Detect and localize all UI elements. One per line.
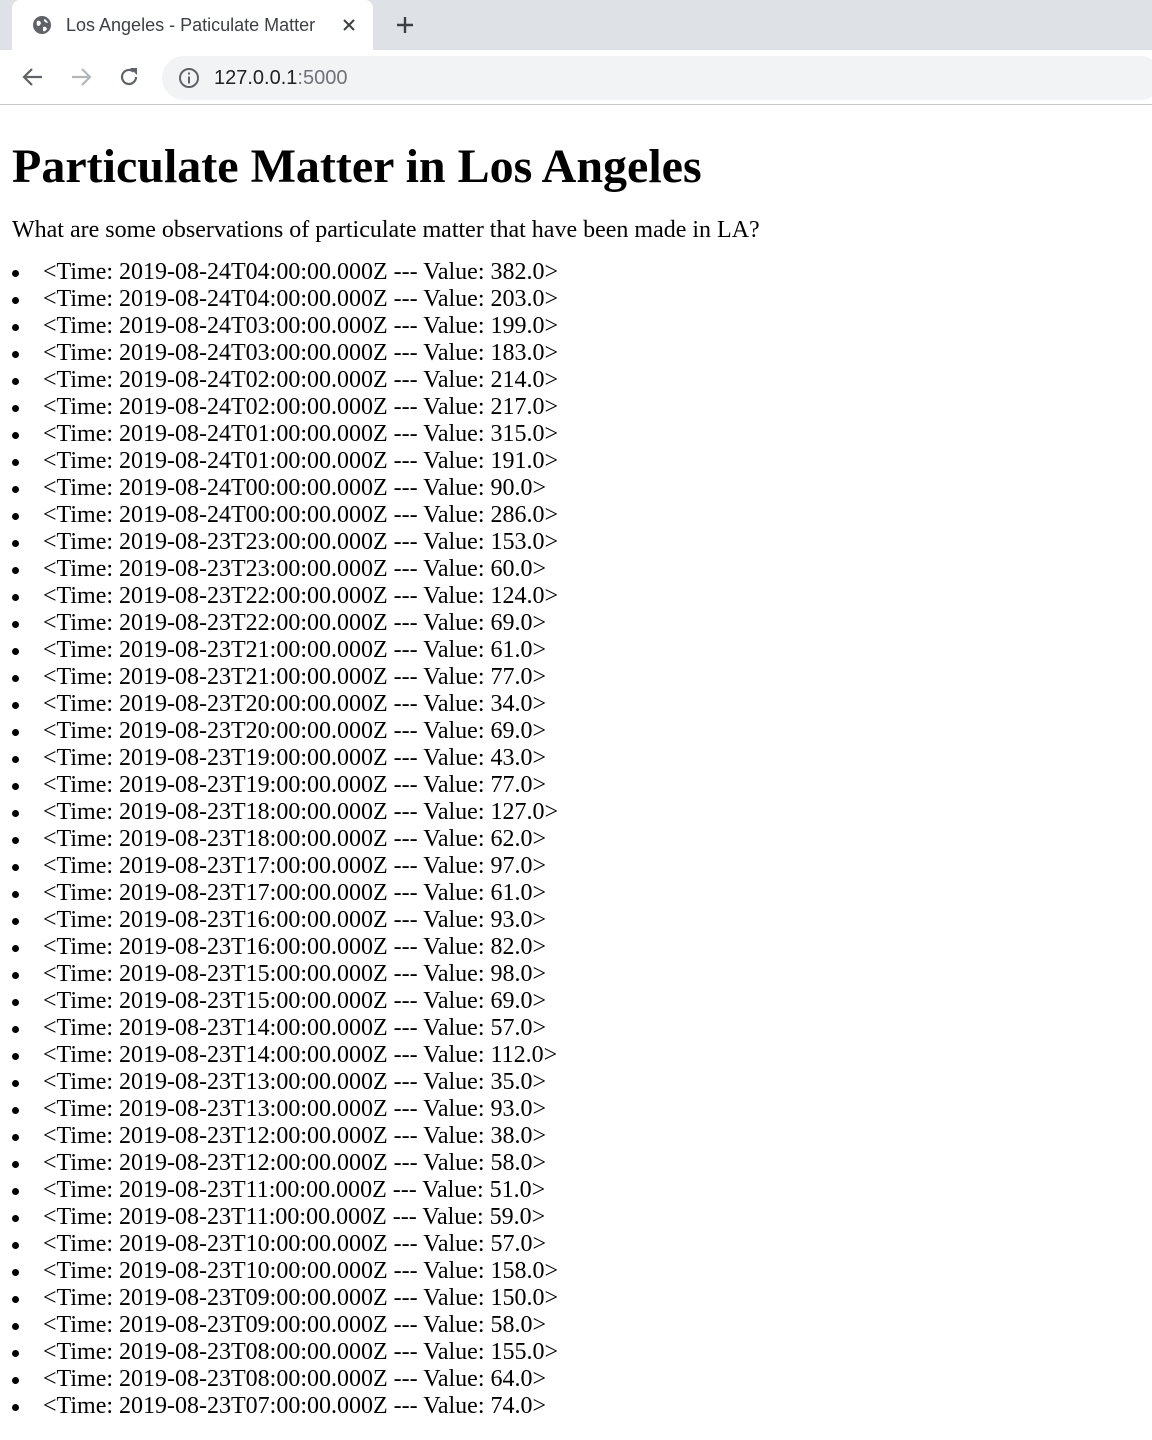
- page-title: Particulate Matter in Los Angeles: [12, 140, 702, 193]
- list-item: <Time: 2019-08-23T23:00:00.000Z --- Valu…: [12, 556, 1140, 583]
- list-item: <Time: 2019-08-23T12:00:00.000Z --- Valu…: [12, 1123, 1140, 1150]
- url-port: :5000: [297, 66, 348, 89]
- list-item: <Time: 2019-08-23T20:00:00.000Z --- Valu…: [12, 718, 1140, 745]
- reload-button[interactable]: [115, 63, 143, 91]
- list-item: <Time: 2019-08-24T04:00:00.000Z --- Valu…: [12, 286, 1140, 313]
- list-item: <Time: 2019-08-24T01:00:00.000Z --- Valu…: [12, 421, 1140, 448]
- list-item: <Time: 2019-08-23T12:00:00.000Z --- Valu…: [12, 1150, 1140, 1177]
- list-item: <Time: 2019-08-23T14:00:00.000Z --- Valu…: [12, 1042, 1140, 1069]
- arrow-right-icon: [72, 68, 92, 86]
- address-bar[interactable]: 127.0.0.1:5000: [162, 56, 1152, 100]
- list-item: <Time: 2019-08-23T08:00:00.000Z --- Valu…: [12, 1339, 1140, 1366]
- list-item: <Time: 2019-08-23T14:00:00.000Z --- Valu…: [12, 1015, 1140, 1042]
- list-item: <Time: 2019-08-24T02:00:00.000Z --- Valu…: [12, 394, 1140, 421]
- list-item: <Time: 2019-08-24T03:00:00.000Z --- Valu…: [12, 340, 1140, 367]
- list-item: <Time: 2019-08-23T09:00:00.000Z --- Valu…: [12, 1285, 1140, 1312]
- close-icon[interactable]: [339, 15, 359, 35]
- observation-list: <Time: 2019-08-24T04:00:00.000Z --- Valu…: [12, 259, 1140, 1420]
- list-item: <Time: 2019-08-24T00:00:00.000Z --- Valu…: [12, 502, 1140, 529]
- browser-chrome: Los Angeles - Paticulate Matter 127.0.0.…: [0, 0, 1152, 105]
- list-item: <Time: 2019-08-23T10:00:00.000Z --- Valu…: [12, 1258, 1140, 1285]
- list-item: <Time: 2019-08-23T20:00:00.000Z --- Valu…: [12, 691, 1140, 718]
- list-item: <Time: 2019-08-23T15:00:00.000Z --- Valu…: [12, 988, 1140, 1015]
- url-host: 127.0.0.1: [214, 66, 298, 89]
- list-item: <Time: 2019-08-24T02:00:00.000Z --- Valu…: [12, 367, 1140, 394]
- tab-title: Los Angeles - Paticulate Matter: [66, 14, 316, 35]
- tab-strip: Los Angeles - Paticulate Matter: [0, 0, 1152, 50]
- list-item: <Time: 2019-08-23T13:00:00.000Z --- Valu…: [12, 1069, 1140, 1096]
- list-item: <Time: 2019-08-23T21:00:00.000Z --- Valu…: [12, 637, 1140, 664]
- list-item: <Time: 2019-08-23T16:00:00.000Z --- Valu…: [12, 907, 1140, 934]
- info-icon[interactable]: [178, 67, 200, 89]
- arrow-left-icon: [22, 68, 42, 86]
- list-item: <Time: 2019-08-23T22:00:00.000Z --- Valu…: [12, 610, 1140, 637]
- plus-icon: [397, 17, 413, 33]
- list-item: <Time: 2019-08-23T23:00:00.000Z --- Valu…: [12, 529, 1140, 556]
- browser-toolbar: 127.0.0.1:5000: [0, 50, 1152, 105]
- list-item: <Time: 2019-08-23T17:00:00.000Z --- Valu…: [12, 853, 1140, 880]
- list-item: <Time: 2019-08-23T13:00:00.000Z --- Valu…: [12, 1096, 1140, 1123]
- list-item: <Time: 2019-08-23T18:00:00.000Z --- Valu…: [12, 826, 1140, 853]
- list-item: <Time: 2019-08-23T15:00:00.000Z --- Valu…: [12, 961, 1140, 988]
- list-item: <Time: 2019-08-23T16:00:00.000Z --- Valu…: [12, 934, 1140, 961]
- list-item: <Time: 2019-08-24T01:00:00.000Z --- Valu…: [12, 448, 1140, 475]
- list-item: <Time: 2019-08-23T07:00:00.000Z --- Valu…: [12, 1393, 1140, 1420]
- url-text: 127.0.0.1:5000: [214, 67, 347, 90]
- list-item: <Time: 2019-08-23T18:00:00.000Z --- Valu…: [12, 799, 1140, 826]
- intro-text: What are some observations of particulat…: [12, 217, 760, 243]
- list-item: <Time: 2019-08-23T08:00:00.000Z --- Valu…: [12, 1366, 1140, 1393]
- browser-tab[interactable]: Los Angeles - Paticulate Matter: [12, 0, 373, 50]
- page-content: Particulate Matter in Los Angeles What a…: [0, 139, 1152, 1420]
- list-item: <Time: 2019-08-24T03:00:00.000Z --- Valu…: [12, 313, 1140, 340]
- back-button[interactable]: [19, 63, 47, 91]
- list-item: <Time: 2019-08-23T19:00:00.000Z --- Valu…: [12, 772, 1140, 799]
- globe-icon: [32, 15, 52, 35]
- list-item: <Time: 2019-08-23T19:00:00.000Z --- Valu…: [12, 745, 1140, 772]
- forward-button[interactable]: [67, 63, 95, 91]
- reload-icon: [120, 68, 138, 86]
- list-item: <Time: 2019-08-23T11:00:00.000Z --- Valu…: [12, 1177, 1140, 1204]
- new-tab-button[interactable]: [392, 12, 418, 38]
- list-item: <Time: 2019-08-24T00:00:00.000Z --- Valu…: [12, 475, 1140, 502]
- list-item: <Time: 2019-08-23T11:00:00.000Z --- Valu…: [12, 1204, 1140, 1231]
- list-item: <Time: 2019-08-23T21:00:00.000Z --- Valu…: [12, 664, 1140, 691]
- list-item: <Time: 2019-08-23T22:00:00.000Z --- Valu…: [12, 583, 1140, 610]
- list-item: <Time: 2019-08-24T04:00:00.000Z --- Valu…: [12, 259, 1140, 286]
- list-item: <Time: 2019-08-23T09:00:00.000Z --- Valu…: [12, 1312, 1140, 1339]
- list-item: <Time: 2019-08-23T10:00:00.000Z --- Valu…: [12, 1231, 1140, 1258]
- list-item: <Time: 2019-08-23T17:00:00.000Z --- Valu…: [12, 880, 1140, 907]
